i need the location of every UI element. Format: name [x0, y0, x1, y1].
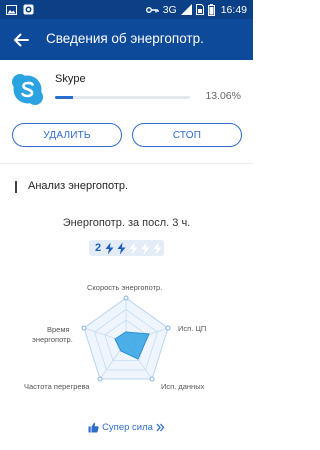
radar-label-time-line2: энергопотр.: [32, 335, 73, 344]
usage-period-label: Энергопотр. за посл. 3 ч.: [62, 217, 191, 229]
status-time: 16:49: [220, 3, 247, 16]
bolt-icon: [129, 242, 138, 254]
signal-icon: [180, 4, 192, 15]
app-notification-icon: [23, 4, 34, 15]
radar-label-overheat: Частота перегрева: [24, 382, 90, 391]
back-button[interactable]: [10, 29, 32, 51]
divider: [0, 163, 253, 164]
section-marker: [15, 181, 17, 193]
key-icon: [145, 6, 159, 13]
status-bar: 3G 16:49: [0, 0, 253, 19]
delete-button[interactable]: УДАЛИТЬ: [12, 123, 122, 147]
energy-radar-chart: Скорость энергопотр. Исп. ЦП Исп. данных…: [0, 280, 253, 405]
usage-level-badge: 2: [89, 240, 164, 256]
radar-label-time-line1: Время: [47, 325, 70, 334]
radar-label-speed: Скорость энергопотр.: [87, 283, 163, 292]
usage-percent: 13.06%: [205, 90, 241, 102]
network-type: 3G: [162, 3, 177, 16]
radar-label-data: Исп. данных: [161, 382, 205, 391]
usage-level-number: 2: [94, 242, 102, 254]
usage-progress-fill: [55, 96, 73, 99]
super-power-label: Супер сила: [102, 421, 153, 433]
section-title: Анализ энергопотр.: [28, 180, 129, 192]
arrow-left-icon: [14, 33, 29, 47]
bolt-icon: [117, 242, 126, 254]
page-title: Сведения об энергопотр.: [46, 31, 204, 46]
bolt-icon: [153, 242, 162, 254]
stop-button[interactable]: СТОП: [132, 123, 242, 147]
image-icon: [6, 4, 17, 15]
app-name: Skype: [55, 73, 86, 85]
usage-progress-bar: [55, 96, 190, 99]
bolt-icon: [141, 242, 150, 254]
app-bar: Сведения об энергопотр.: [0, 19, 253, 60]
bolt-icon: [105, 242, 114, 254]
thumbs-up-icon: [88, 422, 99, 432]
sim-icon: [195, 4, 204, 15]
double-chevron-right-icon: [156, 423, 165, 431]
skype-icon: [12, 74, 43, 105]
battery-icon: [207, 3, 215, 16]
radar-label-cpu: Исп. ЦП: [178, 324, 207, 333]
super-power-link[interactable]: Супер сила: [0, 420, 253, 434]
